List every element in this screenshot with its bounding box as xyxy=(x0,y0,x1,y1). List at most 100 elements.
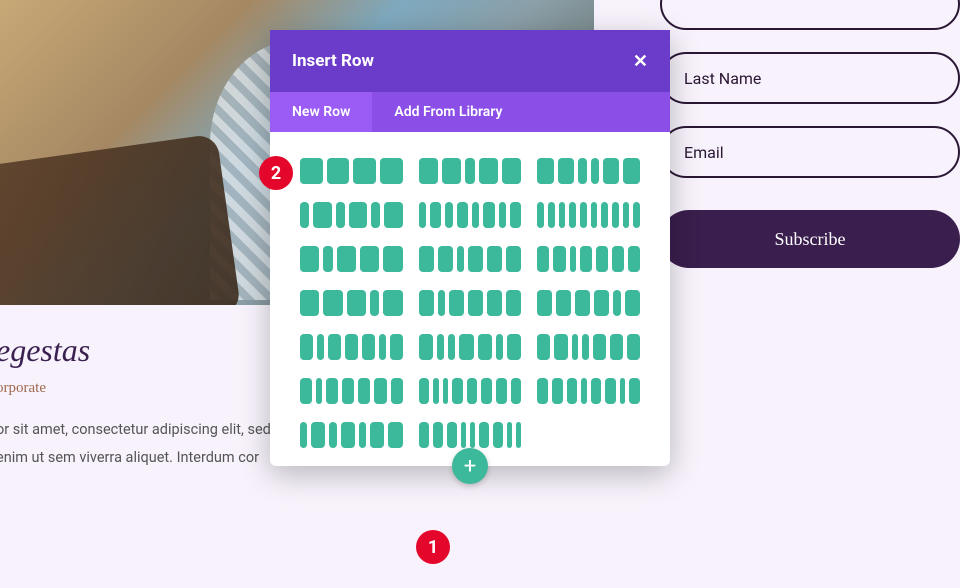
layout-col xyxy=(379,334,386,360)
layout-col xyxy=(537,202,544,228)
layout-option-11[interactable] xyxy=(419,290,522,316)
layout-col xyxy=(612,246,624,272)
layout-col xyxy=(443,378,448,404)
layout-col xyxy=(487,246,502,272)
layout-col xyxy=(384,202,402,228)
insert-row-modal: Insert Row ✕ New Row Add From Library + xyxy=(270,30,670,466)
layout-option-16[interactable] xyxy=(300,378,403,404)
layout-col xyxy=(362,334,375,360)
layout-col xyxy=(506,290,521,316)
article-subheading: orporate xyxy=(0,380,46,397)
layout-col xyxy=(323,290,342,316)
layout-col xyxy=(559,202,566,228)
layout-option-9[interactable] xyxy=(537,246,640,272)
layout-option-3[interactable] xyxy=(537,158,640,184)
layout-col xyxy=(601,202,608,228)
layout-option-17[interactable] xyxy=(419,378,522,404)
layout-option-1[interactable] xyxy=(300,158,403,184)
close-icon[interactable]: ✕ xyxy=(633,51,648,72)
callout-1: 1 xyxy=(416,530,450,564)
layout-option-19[interactable] xyxy=(300,422,403,448)
layout-col xyxy=(510,202,521,228)
layout-col xyxy=(629,378,640,404)
layout-col xyxy=(419,290,434,316)
layout-col xyxy=(479,422,489,448)
layout-col xyxy=(496,334,503,360)
layout-option-15[interactable] xyxy=(537,334,640,360)
layout-col xyxy=(300,202,309,228)
layout-col xyxy=(593,334,606,360)
layout-option-7[interactable] xyxy=(300,246,403,272)
layout-option-10[interactable] xyxy=(300,290,403,316)
layout-col xyxy=(419,334,433,360)
layout-col xyxy=(442,158,461,184)
layout-col xyxy=(581,378,586,404)
layout-col xyxy=(470,422,475,448)
layout-col xyxy=(430,202,441,228)
layout-col xyxy=(349,202,367,228)
layout-col xyxy=(537,334,550,360)
subscribe-button[interactable]: Subscribe xyxy=(660,210,960,268)
layout-col xyxy=(596,246,608,272)
layout-col xyxy=(507,422,512,448)
layout-option-5[interactable] xyxy=(419,202,522,228)
layout-option-8[interactable] xyxy=(419,246,522,272)
add-row-button[interactable]: + xyxy=(452,448,488,484)
layout-col xyxy=(452,378,463,404)
layout-col xyxy=(445,202,452,228)
layout-col xyxy=(316,378,322,404)
layout-col xyxy=(569,202,576,228)
first-name-field[interactable] xyxy=(660,0,960,30)
layout-col xyxy=(300,158,323,184)
modal-title: Insert Row xyxy=(292,51,374,71)
layout-col xyxy=(613,290,621,316)
layout-col xyxy=(612,202,619,228)
layout-option-6[interactable] xyxy=(537,202,640,228)
layout-col xyxy=(438,246,453,272)
layout-col xyxy=(506,246,521,272)
layout-option-12[interactable] xyxy=(537,290,640,316)
last-name-field[interactable]: Last Name xyxy=(660,52,960,104)
layout-option-18[interactable] xyxy=(537,378,640,404)
layout-col xyxy=(554,334,567,360)
layout-option-4[interactable] xyxy=(300,202,403,228)
subscribe-form: Last Name Email Subscribe xyxy=(660,0,960,268)
layout-col xyxy=(337,246,356,272)
layout-col xyxy=(620,378,625,404)
layout-col xyxy=(580,246,592,272)
layout-col xyxy=(472,202,479,228)
layout-col xyxy=(433,422,443,448)
layout-option-2[interactable] xyxy=(419,158,522,184)
layout-col xyxy=(552,378,563,404)
tab-add-from-library[interactable]: Add From Library xyxy=(372,92,524,132)
layout-col xyxy=(610,334,623,360)
layout-col xyxy=(370,290,380,316)
layout-col xyxy=(457,202,468,228)
layout-col xyxy=(465,158,475,184)
layout-col xyxy=(502,158,521,184)
tab-new-row[interactable]: New Row xyxy=(270,92,372,132)
email-field[interactable]: Email xyxy=(660,126,960,178)
layout-col xyxy=(623,158,640,184)
layout-col xyxy=(300,334,313,360)
layout-col xyxy=(457,246,465,272)
modal-tabs: New Row Add From Library xyxy=(270,92,670,132)
layout-col xyxy=(537,290,552,316)
layout-option-13[interactable] xyxy=(300,334,403,360)
layout-col xyxy=(323,246,333,272)
layout-col xyxy=(594,290,609,316)
layout-option-20[interactable] xyxy=(419,422,522,448)
layout-col xyxy=(567,378,578,404)
layout-col xyxy=(481,378,492,404)
layout-col xyxy=(391,378,403,404)
layout-col xyxy=(628,246,640,272)
layout-col xyxy=(419,422,429,448)
layout-col xyxy=(433,378,438,404)
layout-option-14[interactable] xyxy=(419,334,522,360)
layout-col xyxy=(390,334,403,360)
layout-col xyxy=(537,246,549,272)
layout-col xyxy=(511,378,522,404)
layout-col xyxy=(347,290,366,316)
layout-col xyxy=(380,158,403,184)
layout-col xyxy=(575,290,590,316)
